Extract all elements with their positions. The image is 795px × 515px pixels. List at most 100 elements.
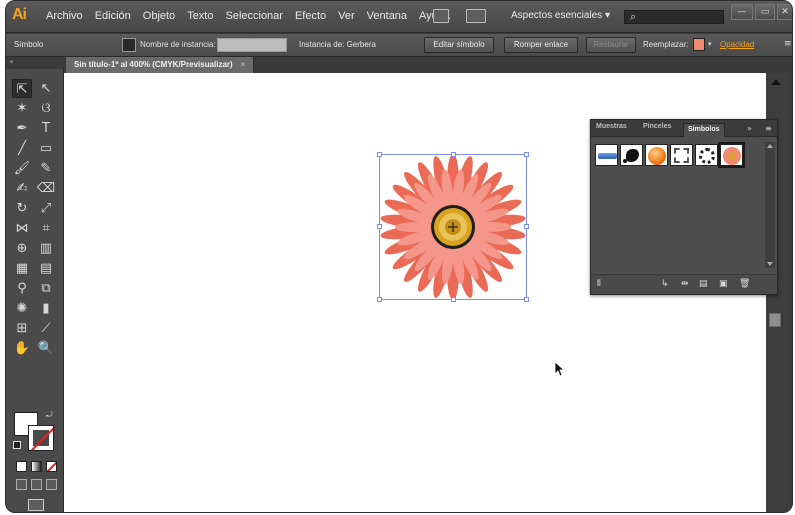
tab-swatches[interactable]: Muestras bbox=[596, 123, 627, 130]
gradient-tool-icon[interactable]: ▤ bbox=[36, 259, 56, 278]
resize-handle[interactable] bbox=[451, 297, 456, 302]
default-colors-icon[interactable] bbox=[13, 441, 21, 449]
resize-handle[interactable] bbox=[524, 297, 529, 302]
black-splatter-symbol[interactable] bbox=[620, 144, 643, 166]
menu-ver[interactable]: Ver bbox=[332, 10, 361, 22]
place-symbol-instance-icon[interactable]: ↳ bbox=[661, 279, 669, 289]
blend-tool-icon[interactable]: ⧉ bbox=[36, 279, 56, 298]
break-link-button[interactable]: Romper enlace bbox=[504, 37, 578, 53]
color-mode-icon[interactable] bbox=[16, 461, 27, 472]
blue-banner-symbol[interactable] bbox=[595, 144, 618, 166]
resize-handle[interactable] bbox=[524, 152, 529, 157]
resize-handle[interactable] bbox=[377, 224, 382, 229]
none-mode-icon[interactable] bbox=[46, 461, 57, 472]
chevron-down-icon[interactable]: ▾ bbox=[708, 40, 712, 48]
screen-mode-icon[interactable] bbox=[28, 499, 44, 511]
search-icon: ⌕ bbox=[630, 10, 637, 23]
scroll-up-icon[interactable] bbox=[771, 79, 781, 85]
menu-texto[interactable]: Texto bbox=[181, 10, 219, 22]
maximize-button[interactable]: ▭ bbox=[755, 4, 775, 20]
gradient-mode-icon[interactable] bbox=[31, 461, 42, 472]
width-tool-icon[interactable]: ⋈ bbox=[12, 219, 32, 238]
collapse-panel-icon[interactable]: » bbox=[747, 124, 752, 133]
symbol-libraries-icon[interactable]: ⫴ bbox=[597, 279, 601, 289]
menu-efecto[interactable]: Efecto bbox=[289, 10, 332, 22]
stroke-swatch[interactable] bbox=[28, 425, 54, 451]
menu-objeto[interactable]: Objeto bbox=[137, 10, 181, 22]
shape-builder-tool-icon[interactable]: ⊕ bbox=[12, 239, 32, 258]
scroll-thumb[interactable] bbox=[769, 313, 781, 327]
tab-brushes[interactable]: Pinceles bbox=[643, 123, 671, 130]
eyedropper-tool-icon[interactable]: ⚲ bbox=[12, 279, 32, 298]
tools-grip[interactable]: « bbox=[6, 57, 64, 69]
draw-inside-icon[interactable] bbox=[46, 479, 57, 490]
workspace-switcher[interactable]: Aspectos esenciales ▾ bbox=[511, 10, 610, 21]
tab-symbols[interactable]: Símbolos bbox=[683, 123, 725, 137]
line-tool-icon[interactable]: ╱ bbox=[12, 139, 32, 158]
minimize-button[interactable]: — bbox=[731, 4, 753, 20]
perspective-grid-tool-icon[interactable]: ▥ bbox=[36, 239, 56, 258]
paintbrush-tool-icon[interactable]: 🖌 bbox=[12, 159, 32, 178]
selection-bounding-box[interactable] bbox=[379, 154, 527, 300]
break-link-icon[interactable]: ⇹ bbox=[681, 279, 689, 289]
symbol-options-icon[interactable]: ▤ bbox=[699, 279, 708, 289]
menu-list: Archivo Edición Objeto Texto Seleccionar… bbox=[40, 10, 456, 22]
direct-selection-tool-icon[interactable]: ↖ bbox=[36, 79, 56, 98]
grunge-frame-symbol[interactable] bbox=[670, 144, 693, 166]
pen-tool-icon[interactable]: ✒ bbox=[12, 119, 32, 138]
arrange-documents-icon[interactable] bbox=[466, 9, 486, 23]
artboard-tool-icon[interactable]: ⊞ bbox=[12, 319, 32, 338]
eraser-tool-icon[interactable]: ⌫ bbox=[36, 179, 56, 198]
instance-name-field[interactable] bbox=[217, 38, 287, 52]
menu-edicion[interactable]: Edición bbox=[89, 10, 137, 22]
rectangle-tool-icon[interactable]: ▭ bbox=[36, 139, 56, 158]
close-tab-icon[interactable]: × bbox=[241, 60, 246, 69]
rotate-tool-icon[interactable]: ↻ bbox=[12, 199, 32, 218]
resize-handle[interactable] bbox=[524, 224, 529, 229]
column-graph-tool-icon[interactable]: ▮ bbox=[36, 299, 56, 318]
menu-bar: Ai Archivo Edición Objeto Texto Seleccio… bbox=[6, 1, 792, 33]
draw-behind-icon[interactable] bbox=[31, 479, 42, 490]
scale-tool-icon[interactable]: ⤢ bbox=[36, 199, 56, 218]
panel-menu-icon[interactable]: ≡ bbox=[784, 39, 792, 49]
blob-brush-tool-icon[interactable]: ✍ bbox=[12, 179, 32, 198]
hand-tool-icon[interactable]: ✋ bbox=[12, 339, 32, 358]
edit-symbol-button[interactable]: Editar símbolo bbox=[424, 37, 494, 53]
resize-handle[interactable] bbox=[377, 297, 382, 302]
document-tab[interactable]: Sin título-1* al 400% (CMYK/Previsualiza… bbox=[66, 57, 255, 73]
draw-normal-icon[interactable] bbox=[16, 479, 27, 490]
pencil-tool-icon[interactable]: ✎ bbox=[36, 159, 56, 178]
app-window: Ai Archivo Edición Objeto Texto Seleccio… bbox=[0, 0, 795, 515]
delete-symbol-icon[interactable]: 🗑 bbox=[739, 279, 750, 289]
panel-footer: ⫴ ↳ ⇹ ▤ ▣ 🗑 bbox=[591, 274, 777, 294]
menu-archivo[interactable]: Archivo bbox=[40, 10, 89, 22]
resize-handle[interactable] bbox=[377, 152, 382, 157]
gerbera-symbol[interactable] bbox=[718, 142, 745, 168]
opacity-link[interactable]: Opacidad bbox=[720, 40, 754, 49]
replace-symbol-swatch[interactable] bbox=[693, 38, 705, 51]
slice-tool-icon[interactable]: ⟋ bbox=[36, 319, 56, 338]
type-tool-icon[interactable]: T bbox=[36, 119, 56, 138]
menu-seleccionar[interactable]: Seleccionar bbox=[219, 10, 288, 22]
panel-scrollbar[interactable] bbox=[765, 142, 775, 268]
zoom-tool-icon[interactable]: 🔍 bbox=[36, 339, 56, 358]
scroll-up-icon[interactable] bbox=[767, 144, 773, 148]
orange-sphere-symbol[interactable] bbox=[645, 144, 668, 166]
search-input[interactable]: ⌕ bbox=[624, 10, 724, 24]
selection-tool-icon[interactable]: ⇱ bbox=[12, 79, 32, 98]
resize-handle[interactable] bbox=[451, 152, 456, 157]
lasso-tool-icon[interactable]: ଓ bbox=[36, 99, 56, 118]
symbol-sprayer-tool-icon[interactable]: ✺ bbox=[12, 299, 32, 318]
free-transform-tool-icon[interactable]: ⌗ bbox=[36, 219, 56, 238]
bridge-icon[interactable] bbox=[433, 9, 449, 23]
close-button[interactable]: ✕ bbox=[777, 4, 792, 20]
panel-menu-icon[interactable]: ≡ bbox=[765, 124, 772, 133]
reset-button[interactable]: Restaurar bbox=[586, 37, 636, 53]
mesh-tool-icon[interactable]: ▦ bbox=[12, 259, 32, 278]
scroll-down-icon[interactable] bbox=[767, 262, 773, 266]
swap-fill-stroke-icon[interactable]: ⤾ bbox=[46, 410, 53, 420]
magic-wand-tool-icon[interactable]: ✶ bbox=[12, 99, 32, 118]
dotted-ring-symbol[interactable] bbox=[695, 144, 718, 166]
menu-ventana[interactable]: Ventana bbox=[361, 10, 413, 22]
new-symbol-icon[interactable]: ▣ bbox=[719, 279, 728, 289]
